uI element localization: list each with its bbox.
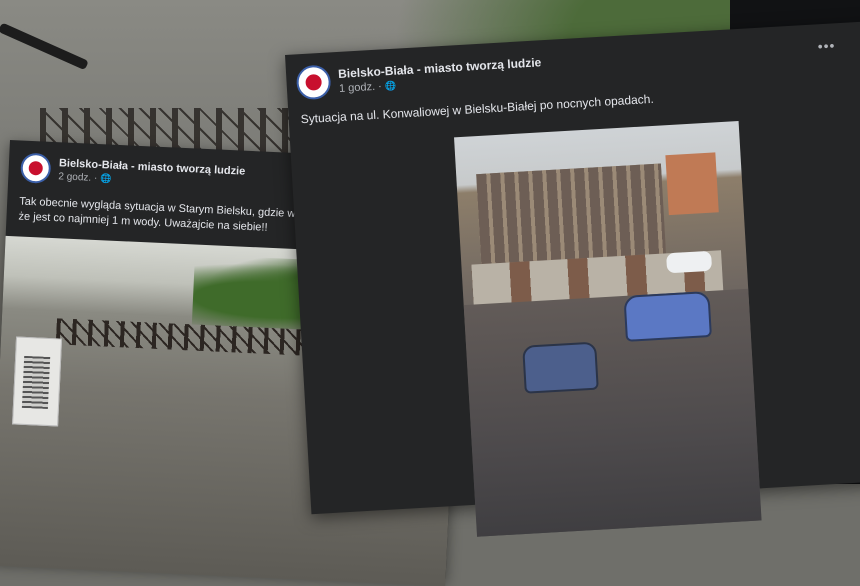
page-avatar[interactable]	[295, 64, 332, 101]
meta-separator: ·	[93, 172, 98, 184]
page-avatar[interactable]	[20, 152, 52, 184]
post-header: Bielsko-Biała - miasto tworzą ludzie 2 g…	[20, 151, 246, 195]
avatar-logo	[305, 73, 323, 91]
post-photo[interactable]	[454, 121, 762, 537]
post-time[interactable]: 1 godz.	[339, 81, 376, 95]
photo-car-submerged	[623, 290, 712, 342]
globe-icon: 🌐	[384, 80, 397, 92]
more-dots-icon[interactable]: •••	[817, 37, 836, 54]
photo-car-submerged	[522, 341, 599, 394]
meta-separator: ·	[377, 80, 383, 93]
facebook-post-front: Bielsko-Biała - miasto tworzą ludzie 1 g…	[285, 20, 860, 537]
globe-icon: 🌐	[99, 172, 112, 184]
avatar-logo	[28, 160, 44, 176]
photo-ac-unit	[12, 336, 63, 427]
photo-car-white	[666, 250, 713, 274]
photo-building-side	[665, 152, 719, 216]
post-time[interactable]: 2 godz.	[58, 171, 91, 183]
photo-flood-water	[463, 288, 762, 537]
post-header: Bielsko-Biała - miasto tworzą ludzie 1 g…	[295, 50, 543, 102]
photo-building	[476, 163, 667, 265]
